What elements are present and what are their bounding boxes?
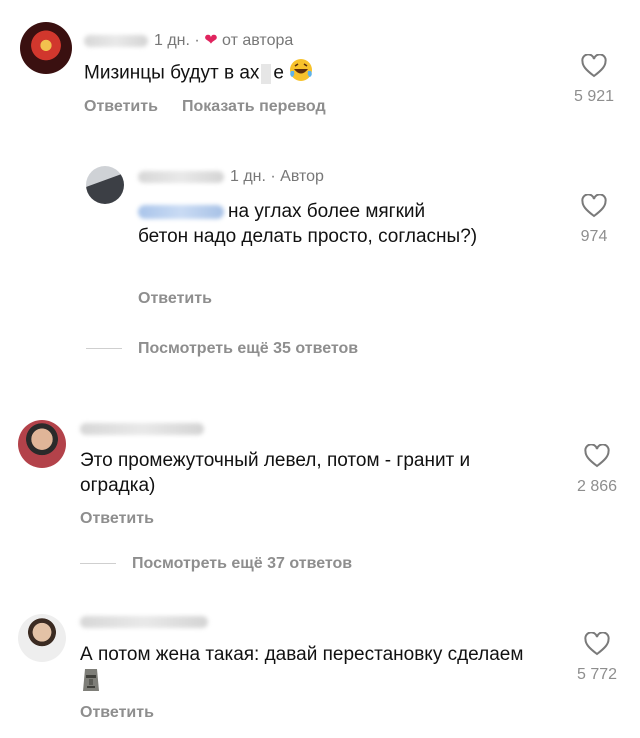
author-name-blurred[interactable] xyxy=(80,615,208,628)
like-button[interactable]: 2 866 xyxy=(567,444,627,496)
like-button[interactable]: 5 921 xyxy=(564,54,624,106)
view-more-replies-button[interactable]: Посмотреть ещё 37 ответов xyxy=(80,555,352,573)
comment-meta: 1 дн. · Автор xyxy=(138,168,324,186)
like-button[interactable]: 5 772 xyxy=(567,632,627,684)
comment-actions: Ответить xyxy=(80,510,178,528)
laughing-tears-emoji-icon xyxy=(289,58,313,89)
heart-outline-icon[interactable] xyxy=(584,632,610,656)
show-translation-button[interactable]: Показать перевод xyxy=(182,98,326,115)
comment-text: А потом жена такая: давай перестановку с… xyxy=(80,642,550,700)
heart-icon: ❤ xyxy=(204,32,218,49)
reply-button[interactable]: Ответить xyxy=(84,98,158,115)
comment-text: Это промежуточный левел, потом - гранит … xyxy=(80,450,471,496)
author-name-blurred[interactable] xyxy=(80,422,204,435)
reply-button[interactable]: Ответить xyxy=(80,510,154,527)
moai-emoji-icon xyxy=(80,667,102,700)
comment-actions: Ответить Показать перевод xyxy=(84,98,350,116)
avatar[interactable] xyxy=(86,166,124,204)
avatar[interactable] xyxy=(18,614,66,662)
heart-outline-icon[interactable] xyxy=(581,194,607,218)
thread-line xyxy=(86,348,122,350)
reply-button[interactable]: Ответить xyxy=(80,704,154,721)
reply-button[interactable]: Ответить xyxy=(138,290,212,307)
thread-line xyxy=(80,563,116,565)
mention-blurred[interactable] xyxy=(138,204,224,219)
comment-text: Мизинцы будут в ах е xyxy=(84,58,313,89)
comment-actions: Ответить xyxy=(138,290,236,308)
comment-text: на углах более мягкий бетон надо делать … xyxy=(138,201,478,247)
heart-outline-icon[interactable] xyxy=(584,444,610,468)
comment-actions: Ответить xyxy=(80,704,178,722)
author-liked-badge: от автора xyxy=(222,32,294,49)
like-count: 5 921 xyxy=(573,88,615,105)
like-count: 2 866 xyxy=(576,478,618,495)
like-count: 974 xyxy=(580,228,608,245)
avatar[interactable] xyxy=(18,420,66,468)
avatar[interactable] xyxy=(20,22,72,74)
like-count: 5 772 xyxy=(576,666,618,683)
author-name-blurred[interactable] xyxy=(138,170,224,183)
view-more-replies-button[interactable]: Посмотреть ещё 35 ответов xyxy=(86,340,358,358)
comment-meta xyxy=(80,420,210,438)
author-name-blurred[interactable] xyxy=(84,34,148,47)
comment-meta: 1 дн. · ❤ от автора xyxy=(84,30,293,50)
comment-meta xyxy=(80,613,214,631)
like-button[interactable]: 974 xyxy=(564,194,624,246)
heart-outline-icon[interactable] xyxy=(581,54,607,78)
